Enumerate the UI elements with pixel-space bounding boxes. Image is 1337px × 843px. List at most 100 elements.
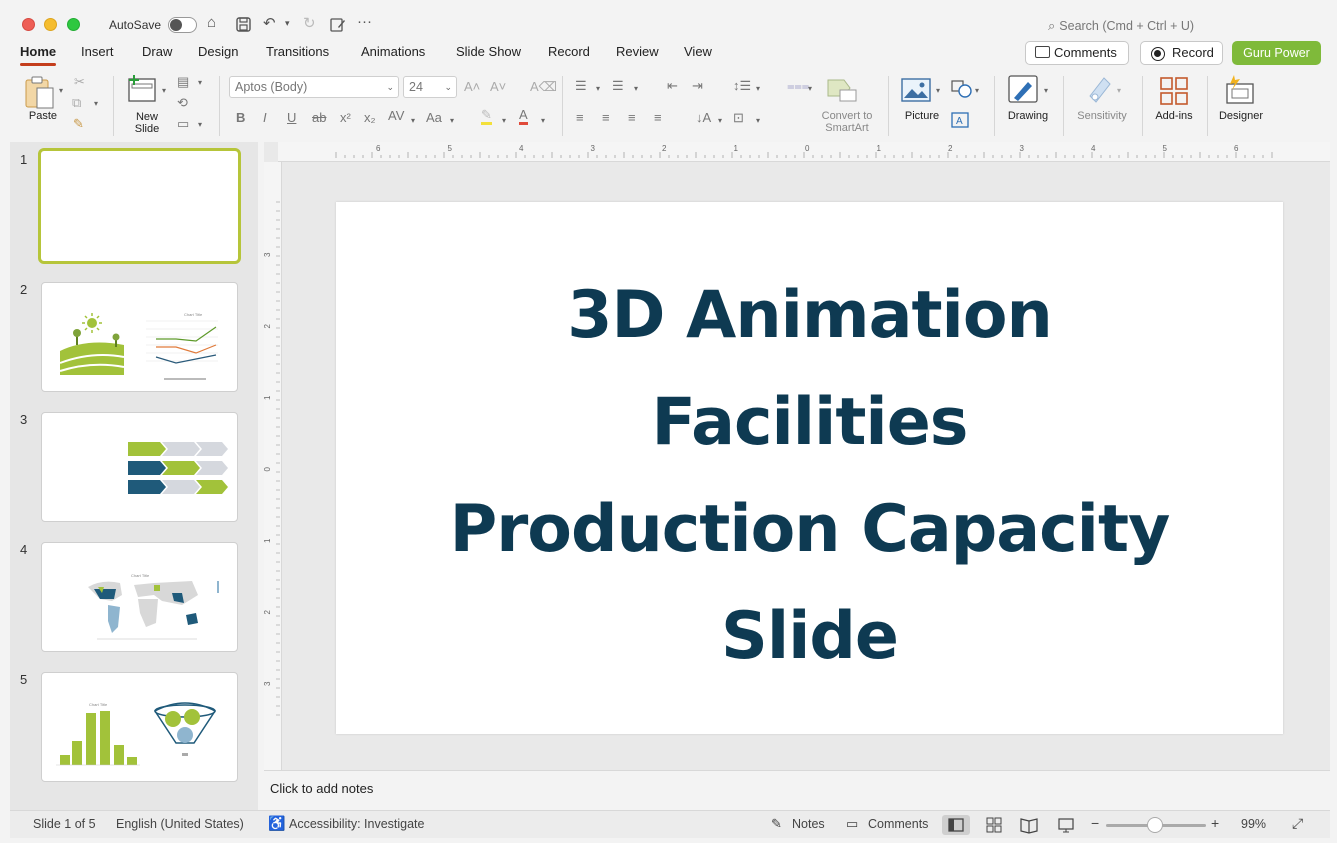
- paste-dropdown-icon[interactable]: ▾: [59, 86, 63, 95]
- tab-record[interactable]: Record: [548, 44, 590, 59]
- tab-draw[interactable]: Draw: [142, 44, 172, 59]
- italic-icon[interactable]: I: [263, 110, 267, 125]
- align-text-icon[interactable]: ⊡: [733, 110, 744, 126]
- slide-thumbnail-4[interactable]: Chart Title: [41, 542, 238, 652]
- picture-icon[interactable]: [901, 78, 931, 102]
- comments-icon[interactable]: ▭: [846, 816, 858, 832]
- slide-thumbnail-1[interactable]: [38, 148, 241, 264]
- layout-dropdown-icon[interactable]: ▾: [198, 78, 202, 87]
- spacing-dropdown-icon[interactable]: ▾: [411, 116, 415, 125]
- cut-icon[interactable]: ✂: [74, 74, 85, 90]
- strikethrough-icon[interactable]: ab: [312, 110, 326, 125]
- tab-view[interactable]: View: [684, 44, 712, 59]
- minimize-window-button[interactable]: [44, 18, 57, 31]
- font-name-select[interactable]: Aptos (Body) ⌄: [229, 76, 399, 98]
- align-left-icon[interactable]: ≡: [576, 110, 584, 125]
- highlight-icon[interactable]: ✎: [481, 108, 492, 125]
- zoom-window-button[interactable]: [67, 18, 80, 31]
- copy-dropdown-icon[interactable]: ▾: [94, 99, 98, 108]
- font-color-icon[interactable]: A: [519, 108, 528, 125]
- zoom-level[interactable]: 99%: [1241, 817, 1266, 831]
- align-right-icon[interactable]: ≡: [628, 110, 636, 125]
- increase-font-icon[interactable]: A˄: [464, 79, 480, 94]
- line-spacing-dropdown-icon[interactable]: ▾: [756, 84, 760, 93]
- designer-icon[interactable]: [1224, 74, 1256, 106]
- sensitivity-dropdown-icon[interactable]: ▾: [1117, 86, 1121, 95]
- font-color-dropdown-icon[interactable]: ▾: [541, 116, 545, 125]
- notes-icon[interactable]: ✎: [771, 816, 782, 832]
- drawing-icon[interactable]: [1008, 74, 1040, 106]
- accessibility-icon[interactable]: ♿: [268, 815, 285, 832]
- new-slide-icon[interactable]: [126, 74, 158, 104]
- character-spacing-icon[interactable]: AV: [388, 108, 404, 123]
- align-text-dropdown-icon[interactable]: ▾: [756, 116, 760, 125]
- paste-icon[interactable]: [24, 76, 56, 110]
- save-icon[interactable]: [236, 17, 251, 32]
- edit-doc-icon[interactable]: [330, 17, 346, 32]
- text-box-icon[interactable]: A: [951, 112, 969, 128]
- comments-button[interactable]: Comments: [1025, 41, 1129, 65]
- numbering-dropdown-icon[interactable]: ▾: [634, 84, 638, 93]
- slide-thumbnail-5[interactable]: Chart Title: [41, 672, 238, 782]
- notes-pane[interactable]: Click to add notes: [264, 770, 1330, 810]
- smartart-icon[interactable]: [826, 76, 858, 104]
- decrease-font-icon[interactable]: A˅: [490, 79, 506, 94]
- bullets-dropdown-icon[interactable]: ▾: [596, 84, 600, 93]
- more-icon[interactable]: ···: [357, 13, 372, 30]
- tab-design[interactable]: Design: [198, 44, 238, 59]
- reset-slide-icon[interactable]: ⟲: [177, 95, 188, 111]
- accessibility-status[interactable]: Accessibility: Investigate: [289, 817, 424, 831]
- search-box[interactable]: ⌕ Search (Cmd + Ctrl + U): [1048, 18, 1194, 34]
- increase-indent-icon[interactable]: ⇥: [692, 78, 703, 94]
- picture-dropdown-icon[interactable]: ▾: [936, 86, 940, 95]
- change-case-icon[interactable]: Aa: [426, 110, 442, 125]
- copy-icon[interactable]: ⧉: [72, 95, 81, 111]
- tab-home[interactable]: Home: [20, 44, 57, 66]
- record-button[interactable]: Record: [1140, 41, 1223, 65]
- slide-thumbnail-3[interactable]: [41, 412, 238, 522]
- fit-to-window-icon[interactable]: ⤢: [1292, 815, 1303, 832]
- normal-view-button[interactable]: [942, 815, 970, 835]
- text-direction-dropdown-icon[interactable]: ▾: [718, 116, 722, 125]
- tab-slide-show[interactable]: Slide Show: [456, 44, 521, 59]
- zoom-in-button[interactable]: +: [1211, 815, 1219, 831]
- case-dropdown-icon[interactable]: ▾: [450, 116, 454, 125]
- clear-formatting-icon[interactable]: A⌫: [530, 79, 557, 95]
- slide-title[interactable]: 3D Animation Facilities Production Capac…: [376, 262, 1243, 690]
- slideshow-view-button[interactable]: [1052, 815, 1080, 835]
- zoom-out-button[interactable]: −: [1091, 815, 1099, 831]
- format-painter-icon[interactable]: ✎: [73, 116, 84, 132]
- align-center-icon[interactable]: ≡: [602, 110, 610, 125]
- layout-icon[interactable]: ▤: [177, 74, 189, 90]
- highlight-dropdown-icon[interactable]: ▾: [502, 116, 506, 125]
- bold-icon[interactable]: B: [236, 110, 245, 125]
- home-icon[interactable]: ⌂: [207, 14, 216, 31]
- text-direction-icon[interactable]: ↓A: [696, 110, 711, 125]
- zoom-slider-handle[interactable]: [1147, 817, 1163, 833]
- slide-thumbnail-2[interactable]: Chart Title: [41, 282, 238, 392]
- tab-review[interactable]: Review: [616, 44, 659, 59]
- language-indicator[interactable]: English (United States): [116, 817, 244, 831]
- notes-button[interactable]: Notes: [792, 817, 825, 831]
- comments-status-button[interactable]: Comments: [868, 817, 928, 831]
- tab-animations[interactable]: Animations: [361, 44, 425, 59]
- close-window-button[interactable]: [22, 18, 35, 31]
- justify-icon[interactable]: ≡: [654, 110, 662, 125]
- underline-icon[interactable]: U: [287, 110, 296, 125]
- sensitivity-icon[interactable]: [1086, 74, 1114, 106]
- numbering-icon[interactable]: ☰: [612, 78, 624, 94]
- redo-icon[interactable]: ↻: [303, 14, 316, 32]
- columns-icon[interactable]: ⩶: [787, 78, 809, 94]
- subscript-icon[interactable]: x₂: [364, 110, 376, 125]
- current-slide[interactable]: 3D Animation Facilities Production Capac…: [336, 202, 1283, 734]
- undo-dropdown-icon[interactable]: ▾: [285, 18, 290, 29]
- section-icon[interactable]: ▭: [177, 116, 189, 132]
- shapes-icon[interactable]: [951, 80, 973, 98]
- new-slide-dropdown-icon[interactable]: ▾: [162, 86, 166, 95]
- tab-insert[interactable]: Insert: [81, 44, 114, 59]
- superscript-icon[interactable]: x²: [340, 110, 351, 125]
- tab-transitions[interactable]: Transitions: [266, 44, 329, 59]
- decrease-indent-icon[interactable]: ⇤: [667, 78, 678, 94]
- autosave-toggle[interactable]: [168, 17, 197, 33]
- reading-view-button[interactable]: [1015, 815, 1043, 835]
